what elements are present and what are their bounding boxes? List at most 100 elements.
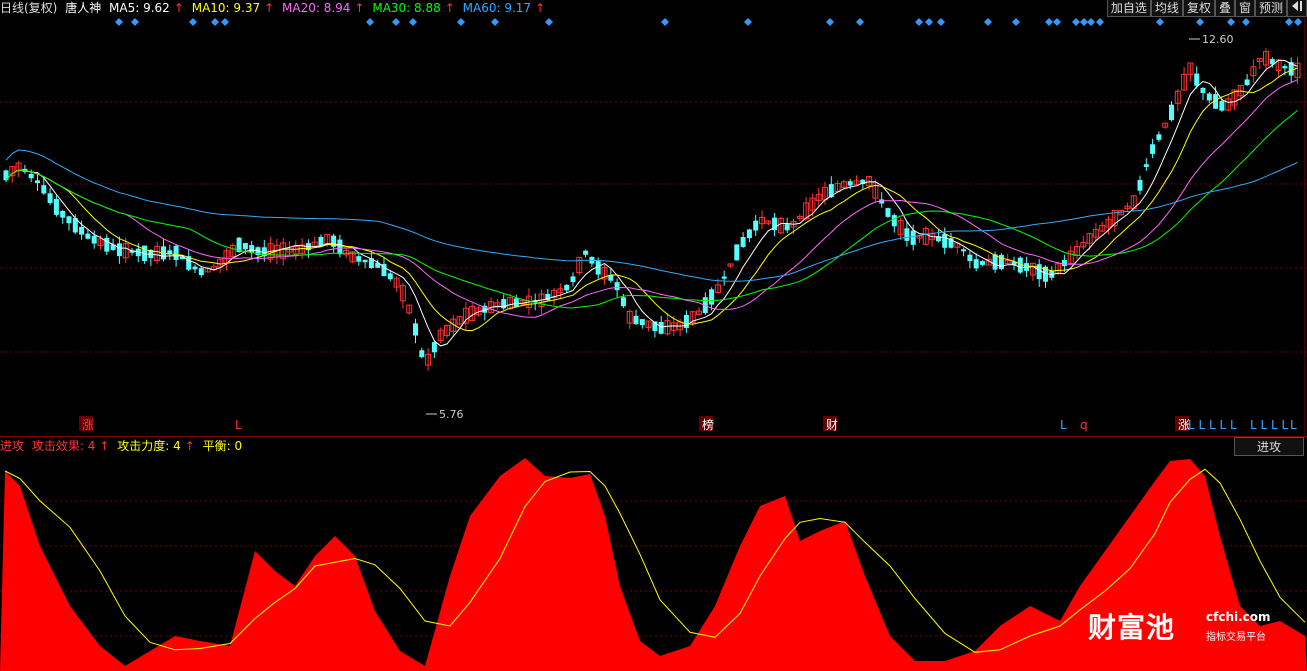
- candle-body: [942, 233, 948, 248]
- window-button[interactable]: 窗: [1234, 0, 1255, 17]
- candle-body: [709, 289, 715, 305]
- indicator-tab[interactable]: 进攻: [1234, 437, 1304, 456]
- signal-diamond: [1072, 18, 1080, 26]
- restore-rights-button[interactable]: 复权: [1182, 0, 1215, 17]
- candle-body: [658, 321, 664, 334]
- signal-diamond: [1012, 18, 1020, 26]
- signal-diamond: [1196, 18, 1204, 26]
- add-favorite-button[interactable]: 加自选: [1106, 0, 1151, 17]
- signal-label: 涨: [82, 417, 94, 432]
- watermark: 财富池 cfchi.com 指标交易平台: [1088, 606, 1278, 646]
- ma5-value: MA5: 9.62: [109, 1, 170, 15]
- signal-diamond: [189, 18, 197, 26]
- candle-body: [35, 180, 40, 184]
- candle-body: [620, 297, 626, 307]
- signal-diamond: [211, 18, 219, 26]
- candle-body: [904, 228, 910, 241]
- candle-body: [967, 254, 973, 262]
- signal-diamond: [1242, 18, 1250, 26]
- signal-label: L: [1290, 418, 1297, 432]
- signal-diamond: [856, 18, 864, 26]
- signal-diamond: [221, 18, 229, 26]
- ma10-line: [5, 67, 1298, 332]
- candle-body: [28, 173, 34, 179]
- up-arrow-icon: ↑: [354, 1, 365, 15]
- candle-body: [47, 193, 53, 203]
- signal-diamond: [115, 18, 123, 26]
- indicator-effect-label: 攻击效果: 4 ↑: [32, 439, 110, 453]
- ma5-label: MA5: 9.62 ↑: [109, 1, 184, 15]
- ma60-line: [5, 149, 1298, 282]
- stock-chart-app: 日线(复权) 唐人神 MA5: 9.62 ↑ MA10: 9.37 ↑ MA20: …: [0, 0, 1307, 671]
- candle-body: [570, 276, 576, 282]
- signal-diamond: [1080, 18, 1088, 26]
- candle-body: [79, 226, 85, 235]
- candle-body: [116, 243, 122, 257]
- signal-label: L L L L: [1250, 418, 1289, 432]
- period-label: 日线(复权): [0, 1, 58, 15]
- signal-diamond: [366, 18, 374, 26]
- indicator-name: 进攻: [0, 439, 25, 453]
- signal-label: 财: [826, 418, 838, 432]
- signal-diamond: [1294, 18, 1302, 26]
- watermark-url: cfchi.com: [1206, 610, 1271, 624]
- signal-diamond: [1087, 18, 1095, 26]
- ma60-value: MA60: 9.17: [462, 1, 532, 15]
- candle-body: [753, 220, 759, 231]
- signal-diamond: [1156, 18, 1164, 26]
- price-chart[interactable]: 12.605.76涨 L 榜财 Lq 涨L L L L LL L L LL: [0, 16, 1307, 436]
- candle-body: [53, 199, 59, 215]
- candle-body: [1244, 79, 1250, 86]
- signal-diamond: [1096, 18, 1104, 26]
- candle-body: [564, 284, 570, 291]
- candle-body: [910, 230, 916, 245]
- signal-diamond: [1045, 18, 1053, 26]
- ma30-line: [5, 110, 1298, 309]
- candle-body: [973, 259, 979, 269]
- candle-body: [1194, 73, 1200, 86]
- force-value: 攻击力度: 4: [117, 439, 181, 453]
- low-price-label: 5.76: [439, 408, 464, 421]
- watermark-subtitle: 指标交易平台: [1206, 632, 1266, 643]
- candle-body: [91, 235, 97, 244]
- candle-body: [885, 208, 891, 217]
- signal-diamond: [661, 18, 669, 26]
- candle-body: [1219, 101, 1225, 111]
- panel-divider: [0, 436, 1307, 437]
- signal-diamond: [131, 18, 139, 26]
- candle-body: [356, 256, 362, 262]
- exit-icon[interactable]: [1287, 0, 1307, 17]
- candle-body: [198, 268, 204, 276]
- candle-body: [1137, 179, 1143, 191]
- candle-body: [362, 259, 368, 263]
- ma60-label: MA60: 9.17 ↑: [463, 1, 545, 15]
- candle-body: [192, 266, 198, 270]
- overlay-button[interactable]: 叠: [1214, 0, 1235, 17]
- indicator-force-label: 攻击力度: 4 ↑: [117, 439, 195, 453]
- ma-line-button[interactable]: 均线: [1150, 0, 1183, 17]
- up-arrow-icon: ↑: [99, 439, 110, 453]
- candle-body: [1169, 104, 1174, 121]
- signal-label: L: [235, 418, 242, 432]
- candle-body: [1143, 164, 1149, 167]
- candle-body: [41, 185, 47, 194]
- candle-body: [337, 239, 343, 255]
- ma20-label: MA20: 8.94 ↑: [282, 1, 364, 15]
- ma10-label: MA10: 9.37 ↑: [192, 1, 274, 15]
- effect-value: 攻击效果: 4: [31, 439, 96, 453]
- candle-body: [1156, 134, 1162, 140]
- signal-diamond: [409, 18, 417, 26]
- candle-body: [173, 245, 179, 260]
- ma20-line: [5, 79, 1298, 318]
- candle-body: [740, 237, 746, 247]
- indicator-legend: 进攻 攻击效果: 4 ↑ 攻击力度: 4 ↑ 平衡: 0: [0, 438, 246, 454]
- candle-body: [961, 249, 967, 252]
- signal-diamond: [457, 18, 465, 26]
- candle-body: [614, 282, 620, 291]
- candle-body: [639, 319, 645, 326]
- signal-diamond: [937, 18, 945, 26]
- ma30-label: MA30: 8.88 ↑: [372, 1, 454, 15]
- signal-diamond: [744, 18, 752, 26]
- forecast-button[interactable]: 预测: [1254, 0, 1287, 17]
- candle-body: [66, 216, 72, 224]
